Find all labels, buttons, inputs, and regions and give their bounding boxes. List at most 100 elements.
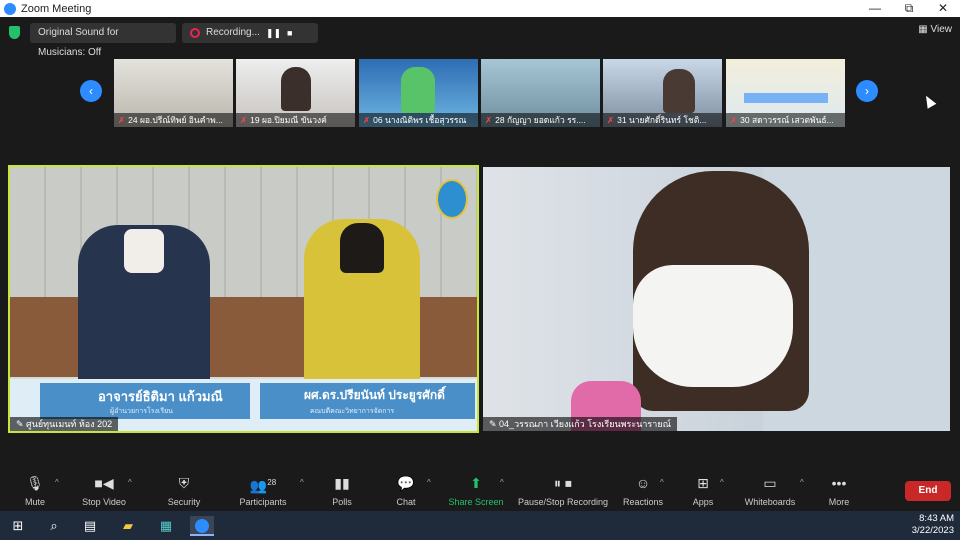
view-label: View [930,24,953,35]
share-options-caret[interactable]: ^ [500,478,504,487]
view-button[interactable]: ▦ View [918,24,952,35]
participants-label: Participants [239,497,287,507]
participant-name: 31 นายศักดิ์รินทร์ โชติ... [617,115,707,125]
polls-icon: ▮▮ [334,475,350,491]
participant-thumb[interactable]: ✗ 30 สดาวรรณ์ เสวตพันธ์... [726,59,845,127]
more-icon: ••• [831,475,847,491]
mic-muted-icon: ✗ [730,115,738,125]
mic-muted-icon: ✗ [118,115,126,125]
end-meeting-button[interactable]: End [905,481,951,501]
pin-icon: ✎ [489,419,500,429]
reactions-button[interactable]: ☺ Reactions [622,474,664,507]
tile-name-bar: ✎ 04_วรรณภา เวียงแก้ว โรงเรียนพระนารายณ์ [483,417,677,431]
share-screen-button[interactable]: ⬆ Share Screen [448,474,504,507]
audio-options-caret[interactable]: ^ [55,478,59,487]
chat-icon: 💬 [397,475,415,491]
active-speaker-tile[interactable]: อาจารย์ธิติมา แก้วมณี ผู้อำนวยการโรงเรีย… [8,165,479,433]
clock-date: 3/22/2023 [911,525,954,536]
mute-button[interactable]: 🎙 Mute [20,474,50,507]
strip-prev-button[interactable]: ‹ [80,80,102,102]
participant-video-slide [744,93,828,103]
participant-name: 30 สดาวรรณ์ เสวตพันธ์... [740,115,834,125]
view-icon: ▦ [918,24,931,35]
reactions-icon: ☺ [635,475,651,491]
system-clock[interactable]: 8:43 AM 3/22/2023 [912,513,954,537]
meeting-topbar: Original Sound for Musicians: Off Record… [0,17,960,58]
record-icon [190,28,200,38]
pause-stop-recording-button[interactable]: ⏸ ⏹ Pause/Stop Recording [516,474,610,507]
video-options-caret[interactable]: ^ [128,478,132,487]
stop-video-button[interactable]: ■◀ Stop Video [78,474,130,507]
participant-name-bar: ✗ 19 ผอ.ปิยมณี ขันวงค์ [236,113,355,127]
polls-button[interactable]: ▮▮ Polls [328,474,356,507]
share-screen-icon: ⬆ [470,475,482,491]
face-mask [124,229,164,273]
pause-recording-button[interactable]: ❚❚ [266,23,281,43]
record-control-icon: ⏸ ⏹ [554,475,572,491]
banner-right-name: ผศ.ดร.ปรียนันท์ ประยูรศักดิ์ [304,388,445,402]
store-icon[interactable]: ▦ [156,516,176,536]
tile-name-bar: ✎ ศูนย์ทุนเมนท์ ห้อง 202 [10,417,119,431]
participant-thumb[interactable]: ✗ 06 นางณิติพร เชื้อสุวรรณ [359,59,478,127]
stop-recording-button[interactable]: ■ [287,23,292,43]
more-button[interactable]: ••• More [826,474,852,507]
stop-video-label: Stop Video [82,497,126,507]
participants-button[interactable]: 👥28 Participants [236,474,290,507]
recording-label: Recording... [206,27,260,38]
zoom-logo-icon [4,2,16,15]
chat-label: Chat [396,497,416,507]
reactions-options-caret[interactable]: ^ [660,478,664,487]
participant-video-tile[interactable]: ✎ 04_วรรณภา เวียงแก้ว โรงเรียนพระนารายณ์ [483,167,950,431]
whiteboards-label: Whiteboards [744,497,796,507]
participant-name-bar: ✗ 24 ผอ.ปรีณ์ทิพย์ อินคำพ... [114,113,233,127]
security-button[interactable]: ⛨ Security [162,474,206,507]
participant-thumb[interactable]: ✗ 28 กัญญา ยอดแก้ว รร.... [481,59,600,127]
whiteboards-options-caret[interactable]: ^ [800,478,804,487]
participant-thumb[interactable]: ✗ 19 ผอ.ปิยมณี ขันวงค์ [236,59,355,127]
recording-indicator: Recording... ❚❚ ■ [182,23,318,43]
shield-icon[interactable] [9,26,20,39]
minimize-button[interactable]: — [858,0,892,17]
mic-muted-icon: ✗ [363,115,371,125]
apps-options-caret[interactable]: ^ [720,478,724,487]
participant-name: 28 กัญญา ยอดแก้ว รร.... [495,115,586,125]
apps-button[interactable]: ⊞ Apps [690,474,716,507]
file-explorer-icon[interactable]: ▰ [118,516,138,536]
participants-options-caret[interactable]: ^ [300,478,304,487]
participant-strip: ‹ ✗ 24 ผอ.ปรีณ์ทิพย์ อินคำพ... ✗ 19 ผอ.ปิย… [0,57,960,127]
participant-thumb[interactable]: ✗ 24 ผอ.ปรีณ์ทิพย์ อินคำพ... [114,59,233,127]
video-icon: ■◀ [94,475,114,491]
tile-name: ศูนย์ทุนเมนท์ ห้อง 202 [26,419,113,429]
security-label: Security [167,497,201,507]
video-gallery: อาจารย์ธิติมา แก้วมณี ผู้อำนวยการโรงเรีย… [0,165,960,435]
apps-icon: ⊞ [697,475,709,491]
strip-next-button[interactable]: › [856,80,878,102]
chat-options-caret[interactable]: ^ [427,478,431,487]
participants-count: 28 [267,478,277,487]
participant-name-bar: ✗ 30 สดาวรรณ์ เสวตพันธ์... [726,113,845,127]
participant-thumb[interactable]: ✗ 31 นายศักดิ์รินทร์ โชติ... [603,59,722,127]
restore-button[interactable]: ⧉ [892,0,926,17]
reactions-label: Reactions [622,497,664,507]
security-icon: ⛨ [178,475,190,491]
chat-button[interactable]: 💬 Chat [392,474,420,507]
search-icon[interactable]: ⌕ [44,516,64,536]
clock-time: 8:43 AM [919,513,954,524]
original-sound-button[interactable]: Original Sound for Musicians: Off [30,23,176,58]
participant-video-figure [401,67,435,113]
participant-video-figure [663,69,695,113]
windows-start-icon[interactable]: ⊞ [8,516,28,536]
whiteboards-button[interactable]: ▭ Whiteboards [742,474,798,507]
speaker-right-hair [340,223,384,273]
participant-name: 19 ผอ.ปิยมณี ขันวงค์ [250,115,327,125]
banner-right-sub: คณบดีคณะวิทยาการจัดการ [310,408,395,415]
apps-label: Apps [692,497,714,507]
close-button[interactable]: ✕ [926,0,960,17]
task-view-icon[interactable]: ▤ [80,516,100,536]
zoom-taskbar-icon[interactable] [190,516,214,536]
name-banner-left: อาจารย์ธิติมา แก้วมณี ผู้อำนวยการโรงเรีย… [40,383,250,419]
whiteboards-icon: ▭ [763,475,777,491]
meeting-toolbar: 🎙 Mute ^ ■◀ Stop Video ^ ⛨ Security 👥28 Part… [0,472,960,510]
mic-muted-icon: ✗ [485,115,493,125]
mute-label: Mute [24,497,45,507]
